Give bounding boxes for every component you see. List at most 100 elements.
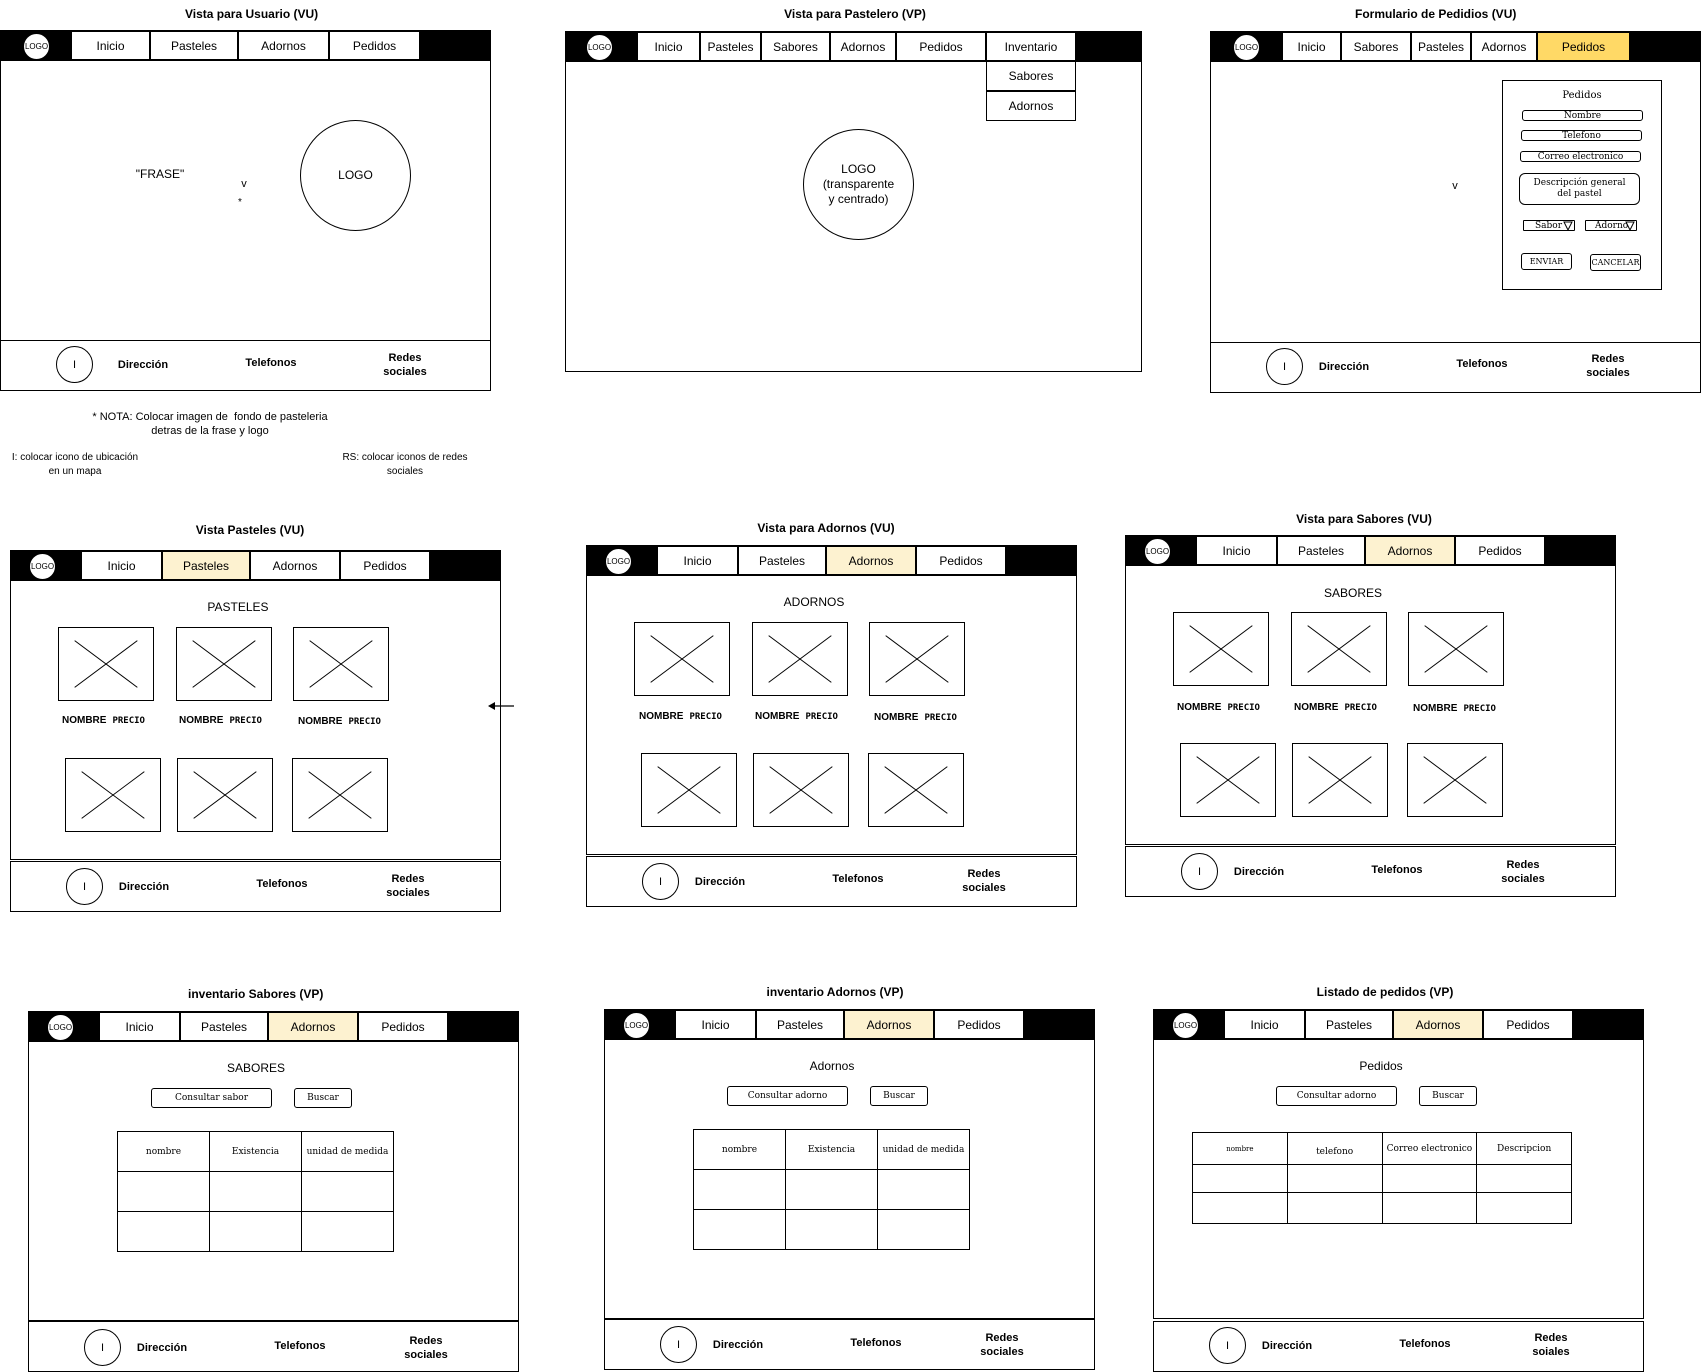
table-row[interactable] (693, 1169, 970, 1210)
footer-social[interactable]: Redes sociales (391, 1334, 461, 1362)
logo-small[interactable]: LOGO (47, 1014, 74, 1041)
nav-tab-pedidos[interactable]: Pedidos (1483, 1010, 1573, 1039)
email-field[interactable]: Correo electronico (1520, 151, 1641, 162)
location-icon[interactable]: I (56, 346, 93, 383)
footer-address[interactable]: Dirección (1224, 865, 1294, 879)
table-row[interactable] (117, 1171, 394, 1212)
image-placeholder[interactable] (1173, 612, 1269, 686)
image-placeholder[interactable] (1180, 743, 1276, 817)
dropdown-item-adornos[interactable]: Adornos (986, 91, 1076, 121)
cancel-button[interactable]: CANCELAR (1590, 254, 1641, 271)
footer-social[interactable]: Redes sociales (949, 867, 1019, 895)
location-icon[interactable]: I (660, 1326, 697, 1363)
nav-tab-sabores[interactable]: Sabores (761, 32, 830, 61)
footer-social[interactable]: Redes sociales (1573, 352, 1643, 380)
footer-phones[interactable]: Telefonos (265, 1339, 335, 1353)
query-flavor-button[interactable]: Consultar sabor (151, 1088, 272, 1108)
dropdown-item-sabores[interactable]: Sabores (986, 61, 1076, 91)
footer-address[interactable]: Dirección (703, 1338, 773, 1352)
nav-tab-inicio[interactable]: Inicio (81, 551, 162, 580)
footer-phones[interactable]: Telefonos (1390, 1337, 1460, 1351)
nav-tab-pedidos[interactable]: Pedidos (916, 546, 1006, 575)
image-placeholder[interactable] (1292, 743, 1388, 817)
nav-tab-inicio[interactable]: Inicio (99, 1012, 180, 1041)
query-decor-button[interactable]: Consultar adorno (727, 1086, 848, 1106)
image-placeholder[interactable] (177, 758, 273, 832)
nav-tab-adornos[interactable]: Adornos (238, 31, 329, 60)
footer-phones[interactable]: Telefonos (236, 356, 306, 370)
image-placeholder[interactable] (293, 627, 389, 701)
location-icon[interactable]: I (66, 868, 103, 905)
footer-address[interactable]: Dirección (108, 358, 178, 372)
nav-tab-sabores[interactable]: Sabores (1341, 32, 1411, 61)
location-icon[interactable]: I (1181, 853, 1218, 890)
nav-tab-pedidos[interactable]: Pedidos (358, 1012, 448, 1041)
nav-tab-adornos-active[interactable]: Adornos (826, 546, 916, 575)
name-field[interactable]: Nombre (1522, 110, 1643, 121)
footer-social[interactable]: Redes sociales (370, 351, 440, 379)
nav-tab-pedidos-active[interactable]: Pedidos (1537, 32, 1630, 61)
footer-phones[interactable]: Telefonos (1362, 863, 1432, 877)
nav-tab-pedidos[interactable]: Pedidos (340, 551, 430, 580)
image-placeholder[interactable] (641, 753, 737, 827)
image-placeholder[interactable] (869, 622, 965, 696)
logo-small[interactable]: LOGO (605, 548, 632, 575)
footer-address[interactable]: Dirección (685, 875, 755, 889)
nav-tab-adornos-active[interactable]: Adornos (1393, 1010, 1483, 1039)
footer-phones[interactable]: Telefonos (247, 877, 317, 891)
table-row[interactable] (1192, 1192, 1572, 1224)
table-row[interactable] (693, 1209, 970, 1250)
nav-tab-adornos-active[interactable]: Adornos (1365, 536, 1455, 565)
logo-small[interactable]: LOGO (29, 553, 56, 580)
location-icon[interactable]: I (1266, 348, 1303, 385)
submit-button[interactable]: ENVIAR (1521, 253, 1572, 270)
image-placeholder[interactable] (58, 627, 154, 701)
nav-tab-inventario[interactable]: Inventario (986, 32, 1076, 61)
nav-tab-adornos[interactable]: Adornos (830, 32, 896, 61)
footer-address[interactable]: Dirección (1252, 1339, 1322, 1353)
footer-address[interactable]: Dirección (1309, 360, 1379, 374)
table-row[interactable] (117, 1211, 394, 1252)
nav-tab-pasteles-active[interactable]: Pasteles (162, 551, 250, 580)
search-button[interactable]: Buscar (870, 1086, 928, 1106)
nav-tab-pasteles[interactable]: Pasteles (756, 1010, 844, 1039)
footer-social[interactable]: Redes sociales (1488, 858, 1558, 886)
nav-tab-inicio[interactable]: Inicio (657, 546, 738, 575)
location-icon[interactable]: I (1209, 1327, 1246, 1364)
footer-social[interactable]: Redes sociales (373, 872, 443, 900)
flavor-select[interactable]: Sabor (1523, 220, 1575, 231)
nav-tab-pedidos[interactable]: Pedidos (1455, 536, 1545, 565)
logo-small[interactable]: LOGO (1144, 538, 1171, 565)
nav-tab-inicio[interactable]: Inicio (1282, 32, 1341, 61)
logo-small[interactable]: LOGO (586, 34, 613, 61)
location-icon[interactable]: I (642, 863, 679, 900)
footer-phones[interactable]: Telefonos (823, 872, 893, 886)
footer-address[interactable]: Dirección (109, 880, 179, 894)
table-row[interactable] (1192, 1164, 1572, 1193)
logo-small[interactable]: LOGO (1233, 34, 1260, 61)
footer-social[interactable]: Redes soiales (1516, 1331, 1586, 1359)
image-placeholder[interactable] (1408, 612, 1504, 686)
image-placeholder[interactable] (176, 627, 272, 701)
nav-tab-adornos-active[interactable]: Adornos (268, 1012, 358, 1041)
image-placeholder[interactable] (1407, 743, 1503, 817)
image-placeholder[interactable] (868, 753, 964, 827)
footer-phones[interactable]: Telefonos (841, 1336, 911, 1350)
nav-tab-pasteles[interactable]: Pasteles (180, 1012, 268, 1041)
nav-tab-adornos-active[interactable]: Adornos (844, 1010, 934, 1039)
image-placeholder[interactable] (752, 622, 848, 696)
image-placeholder[interactable] (1291, 612, 1387, 686)
search-button[interactable]: Buscar (1419, 1086, 1477, 1106)
nav-tab-pedidos[interactable]: Pedidos (934, 1010, 1024, 1039)
nav-tab-pasteles[interactable]: Pasteles (700, 32, 761, 61)
decor-select[interactable]: Adorno (1585, 220, 1637, 231)
image-placeholder[interactable] (65, 758, 161, 832)
nav-tab-inicio[interactable]: Inicio (1224, 1010, 1305, 1039)
query-order-button[interactable]: Consultar adorno (1276, 1086, 1397, 1106)
nav-tab-pasteles[interactable]: Pasteles (738, 546, 826, 575)
nav-tab-pasteles[interactable]: Pasteles (1277, 536, 1365, 565)
nav-tab-adornos[interactable]: Adornos (1471, 32, 1537, 61)
nav-tab-pasteles[interactable]: Pasteles (1411, 32, 1471, 61)
logo-small[interactable]: LOGO (23, 33, 50, 60)
logo-small[interactable]: LOGO (623, 1012, 650, 1039)
